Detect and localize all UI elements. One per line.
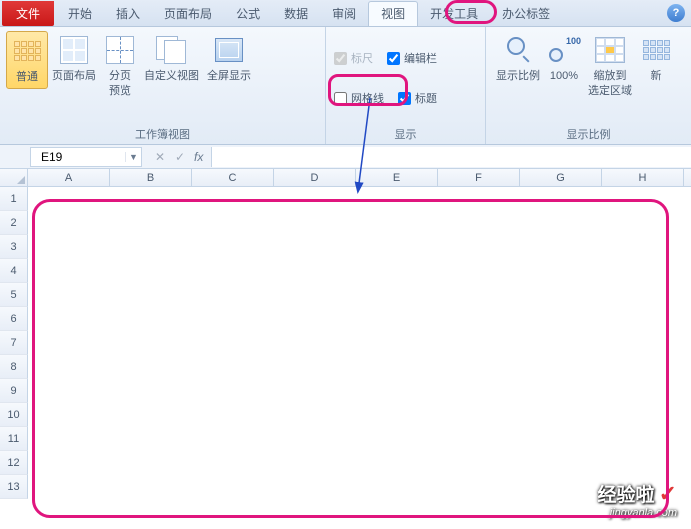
normal-view-button[interactable]: 普通 [6,31,48,89]
tab-review[interactable]: 审阅 [320,1,368,26]
zoom-button[interactable]: 显示比例 [492,31,544,87]
page-break-icon [104,34,136,66]
watermark-url: jingyanla.com [598,507,677,519]
new-window-label: 新 [651,69,662,84]
col-header[interactable]: A [28,169,110,186]
row-header[interactable]: 7 [0,331,28,355]
page-break-button[interactable]: 分页 预览 [100,31,140,102]
ruler-checkbox-row: 标尺 [334,50,373,66]
row-header[interactable]: 11 [0,427,28,451]
tab-home[interactable]: 开始 [56,1,104,26]
group-label-show: 显示 [326,126,485,144]
row-headers: 1 2 3 4 5 6 7 8 9 10 11 12 13 [0,187,28,499]
gridlines-checkbox[interactable] [334,92,347,105]
select-all-corner[interactable] [0,169,28,186]
col-header[interactable]: C [192,169,274,186]
row-header[interactable]: 1 [0,187,28,211]
watermark: 经验啦✓ jingyanla.com [598,480,677,519]
name-box-value: E19 [41,150,62,164]
normal-view-icon [11,35,43,67]
sheet-area: A B C D E F G H 1 2 3 4 5 6 7 8 9 10 11 … [0,169,691,499]
group-zoom: 显示比例 100 100% 缩放到 选定区域 新 显示比例 [486,27,691,144]
row-header[interactable]: 2 [0,211,28,235]
page-layout-button[interactable]: 页面布局 [48,31,100,87]
check-icon: ✓ [659,481,677,507]
cancel-icon: ✕ [150,150,170,164]
headings-checkbox[interactable] [398,92,411,105]
tab-page-layout[interactable]: 页面布局 [152,1,224,26]
zoom-100-button[interactable]: 100 100% [544,31,584,87]
tab-view[interactable]: 视图 [368,1,418,26]
tab-office-tabs[interactable]: 办公标签 [490,1,562,26]
tab-insert[interactable]: 插入 [104,1,152,26]
col-header[interactable]: D [274,169,356,186]
headings-checkbox-row[interactable]: 标题 [398,90,437,106]
zoom-100-icon: 100 [548,34,580,66]
col-header[interactable]: H [602,169,684,186]
row-header[interactable]: 6 [0,307,28,331]
fullscreen-icon [213,34,245,66]
custom-views-icon [156,34,188,66]
new-window-icon [640,34,672,66]
group-workbook-views: 普通 页面布局 分页 预览 自定义视图 全屏显示 工作簿视图 [0,27,326,144]
row-header[interactable]: 12 [0,451,28,475]
col-header[interactable]: E [356,169,438,186]
tab-developer[interactable]: 开发工具 [418,1,490,26]
fullscreen-button[interactable]: 全屏显示 [203,31,255,87]
gridlines-checkbox-row[interactable]: 网格线 [334,90,384,106]
file-tab[interactable]: 文件 [2,1,54,26]
cells-grid[interactable] [28,187,691,499]
watermark-text: 经验啦 [598,480,655,507]
custom-views-button[interactable]: 自定义视图 [140,31,203,87]
new-window-button[interactable]: 新 [636,31,676,87]
column-headers: A B C D E F G H [0,169,691,187]
group-show: 标尺 编辑栏 网格线 标题 显示 [326,27,486,144]
zoom-to-selection-button[interactable]: 缩放到 选定区域 [584,31,636,102]
fx-icon[interactable]: fx [194,150,203,164]
row-header[interactable]: 9 [0,379,28,403]
name-box[interactable]: E19 ▼ [30,147,142,167]
row-header[interactable]: 10 [0,403,28,427]
zoom-selection-icon [594,34,626,66]
ribbon: 普通 页面布局 分页 预览 自定义视图 全屏显示 工作簿视图 [0,27,691,145]
formula-bar-checkbox[interactable] [387,52,400,65]
col-header[interactable]: F [438,169,520,186]
row-header[interactable]: 8 [0,355,28,379]
row-header[interactable]: 13 [0,475,28,499]
formula-bar: E19 ▼ ✕ ✓ fx [0,145,691,169]
ruler-checkbox [334,52,347,65]
row-header[interactable]: 5 [0,283,28,307]
col-header[interactable]: B [110,169,192,186]
group-label-zoom: 显示比例 [486,126,691,144]
formula-bar-checkbox-row[interactable]: 编辑栏 [387,50,437,66]
confirm-icon: ✓ [170,150,190,164]
row-header[interactable]: 3 [0,235,28,259]
col-header[interactable]: G [520,169,602,186]
magnifier-icon [502,34,534,66]
name-box-dropdown-icon[interactable]: ▼ [125,152,141,162]
tab-data[interactable]: 数据 [272,1,320,26]
formula-input[interactable] [211,147,691,167]
tab-formulas[interactable]: 公式 [224,1,272,26]
menu-bar: 文件 开始 插入 页面布局 公式 数据 审阅 视图 开发工具 办公标签 ? [0,0,691,27]
group-label-views: 工作簿视图 [0,126,325,144]
row-header[interactable]: 4 [0,259,28,283]
help-icon[interactable]: ? [667,4,685,22]
page-layout-icon [58,34,90,66]
